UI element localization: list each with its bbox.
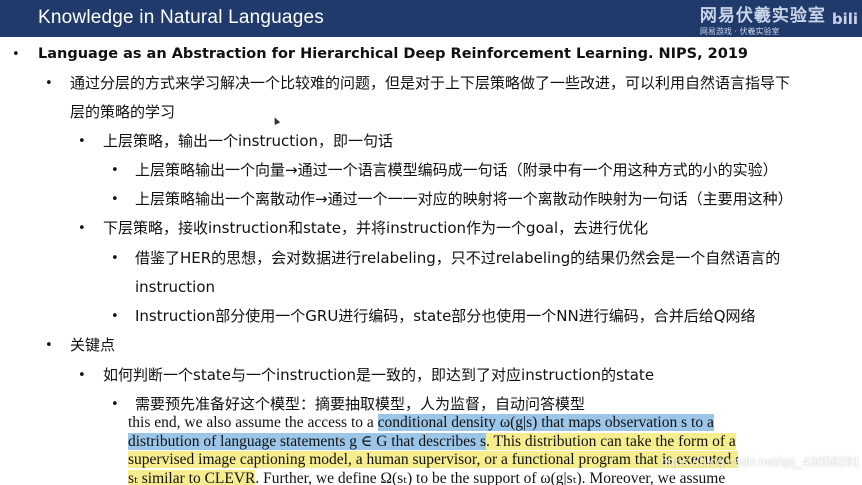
her-relabeling-line-2: instruction bbox=[135, 278, 216, 296]
mouse-cursor-icon bbox=[271, 116, 281, 125]
bullet-icon: • bbox=[12, 47, 20, 62]
bullet-icon: • bbox=[111, 192, 119, 207]
key-points-item: 关键点 bbox=[70, 336, 116, 354]
excerpt-highlight-blue: conditional density ω(g|s) that maps obs… bbox=[377, 414, 714, 431]
excerpt-line: distribution of language statements g ∈ … bbox=[128, 432, 738, 452]
bullet-icon: • bbox=[78, 134, 86, 149]
lower-policy-item: 下层策略，接收instruction和state，并将instruction作为… bbox=[103, 219, 649, 237]
bullet-icon: • bbox=[111, 309, 119, 324]
paper-excerpt-image: this end, we also assume the access to a… bbox=[128, 414, 738, 485]
upper-policy-discrete-item: 上层策略输出一个离散动作→通过一个一一对应的映射将一个离散动作映射为一句话（主要… bbox=[135, 190, 793, 208]
csdn-watermark: https://blog.csdn.net/qq_43058281 bbox=[660, 454, 861, 469]
excerpt-highlight-blue: distribution of language statements g ∈ … bbox=[128, 432, 486, 450]
logo-text: 网易伏羲实验室 bbox=[699, 5, 826, 26]
excerpt-line: sₜ similar to CLEVR. Further, we define … bbox=[128, 469, 738, 485]
excerpt-line: supervised image captioning model, a hum… bbox=[128, 451, 738, 470]
bullet-icon: • bbox=[45, 76, 53, 91]
excerpt-line: this end, we also assume the access to a… bbox=[128, 414, 738, 433]
bullet-icon: • bbox=[111, 397, 119, 412]
bullet-icon: • bbox=[45, 338, 53, 353]
gru-encoding-item: Instruction部分使用一个GRU进行编码，state部分也使用一个NN进… bbox=[135, 307, 756, 325]
logo-text-group: 网易伏羲实验室 网易游戏 · 伏羲实验室 bbox=[700, 1, 826, 37]
summary-line-2: 层的策略的学习 bbox=[70, 103, 176, 121]
excerpt-highlight-yellow: supervised image captioning model, a hum… bbox=[128, 451, 738, 468]
bullet-icon: • bbox=[111, 251, 119, 266]
bullet-icon: • bbox=[111, 163, 119, 178]
summary-line-1: 通过分层的方式来学习解决一个比较难的问题，但是对于上下层策略做了一些改进，可以利… bbox=[70, 74, 791, 92]
excerpt-highlight-yellow: sₜ similar to CLEVR bbox=[128, 469, 256, 485]
bilibili-logo: bili bbox=[831, 9, 858, 28]
netease-fuxi-logo: 网易伏羲实验室 网易游戏 · 伏羲实验室 bili bbox=[700, 1, 858, 37]
excerpt-highlight-yellow: . This distribution can take the form of… bbox=[486, 432, 736, 450]
bullet-icon: • bbox=[78, 368, 86, 383]
her-relabeling-line-1: 借鉴了HER的思想，会对数据进行relabeling，只不过relabeling… bbox=[135, 249, 781, 267]
excerpt-text: this end, we also assume the access to a bbox=[128, 414, 378, 431]
upper-policy-vector-item: 上层策略输出一个向量→通过一个语言模型编码成一句话（附录中有一个用这种方式的小的… bbox=[135, 161, 778, 179]
logo-subtext: 网易游戏 · 伏羲实验室 bbox=[699, 26, 780, 36]
paper-citation: Language as an Abstraction for Hierarchi… bbox=[38, 46, 749, 62]
slide-header: Knowledge in Natural Languages 网易伏羲实验室 网… bbox=[0, 0, 862, 37]
bullet-icon: • bbox=[78, 221, 86, 236]
excerpt-text: . Further, we define Ω(sₜ) to be the sup… bbox=[255, 469, 726, 485]
upper-policy-item: 上层策略，输出一个instruction，即一句话 bbox=[103, 132, 394, 150]
slide-title: Knowledge in Natural Languages bbox=[38, 7, 324, 28]
state-instruction-consistency-item: 如何判断一个state与一个instruction是一致的，即达到了对应inst… bbox=[103, 366, 655, 384]
model-prep-item: 需要预先准备好这个模型：摘要抽取模型，人为监督，自动问答模型 bbox=[135, 395, 586, 413]
